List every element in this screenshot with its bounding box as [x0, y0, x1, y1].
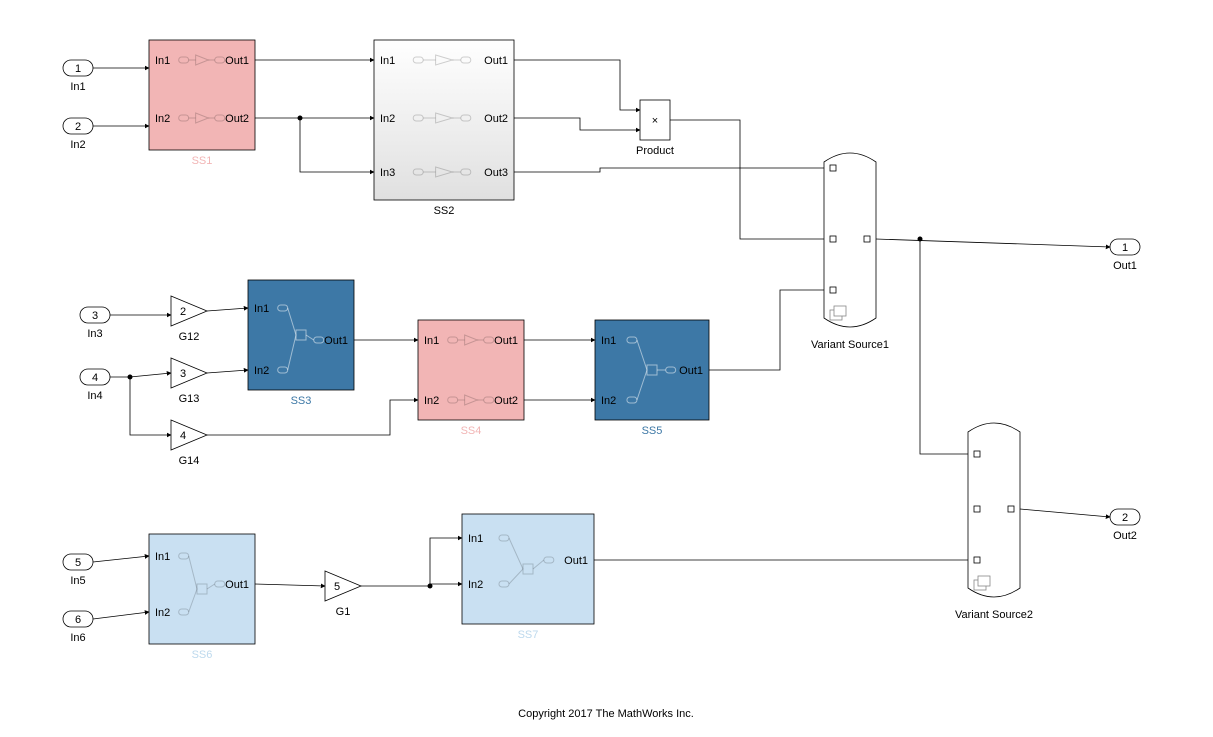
- inport-in6[interactable]: 6 In6: [63, 611, 93, 644]
- svg-text:In3: In3: [87, 328, 102, 340]
- svg-text:In2: In2: [468, 579, 483, 591]
- subsystem-ss2[interactable]: In1 In2 In3 Out1 Out2 Out3 SS2: [374, 40, 514, 217]
- svg-text:Variant Source1: Variant Source1: [811, 339, 889, 351]
- svg-text:In1: In1: [380, 55, 395, 67]
- copyright-text: Copyright 2017 The MathWorks Inc.: [518, 708, 694, 720]
- svg-text:×: ×: [652, 115, 658, 127]
- subsystem-ss1[interactable]: In1 In2 Out1 Out2 SS1: [149, 40, 255, 167]
- svg-text:In1: In1: [424, 335, 439, 347]
- svg-text:4: 4: [92, 372, 98, 384]
- svg-text:G13: G13: [179, 393, 200, 405]
- svg-text:SS3: SS3: [291, 395, 312, 407]
- subsystem-ss6[interactable]: In1 In2 Out1 SS6: [149, 534, 255, 661]
- svg-text:Out1: Out1: [494, 335, 518, 347]
- variant-source1[interactable]: Variant Source1: [811, 153, 889, 351]
- svg-text:Out3: Out3: [484, 167, 508, 179]
- svg-text:3: 3: [180, 368, 186, 380]
- simulink-diagram: 1 In1 2 In2 3 In3 4 In4 5 In5 6 In6 1 Out1 2 Out2 2 G12 3 G…: [0, 0, 1213, 737]
- product-block[interactable]: × Product: [636, 100, 674, 157]
- svg-text:Out1: Out1: [1113, 260, 1137, 272]
- svg-text:Out2: Out2: [484, 113, 508, 125]
- gain-g13[interactable]: 3 G13: [171, 358, 207, 405]
- svg-text:Out2: Out2: [225, 113, 249, 125]
- svg-text:In2: In2: [155, 113, 170, 125]
- subsystem-ss3[interactable]: In1 In2 Out1 SS3: [248, 280, 354, 407]
- inport-in4[interactable]: 4 In4: [80, 369, 110, 402]
- svg-text:In1: In1: [70, 81, 85, 93]
- svg-text:In1: In1: [155, 55, 170, 67]
- svg-text:G1: G1: [336, 606, 351, 618]
- svg-text:In2: In2: [254, 365, 269, 377]
- inport-in5[interactable]: 5 In5: [63, 554, 93, 587]
- svg-text:SS2: SS2: [434, 205, 455, 217]
- svg-text:In1: In1: [468, 533, 483, 545]
- svg-text:SS6: SS6: [192, 649, 213, 661]
- svg-text:In2: In2: [155, 607, 170, 619]
- svg-text:Out2: Out2: [494, 395, 518, 407]
- svg-text:SS4: SS4: [461, 425, 482, 437]
- svg-text:SS7: SS7: [518, 629, 539, 641]
- svg-text:In5: In5: [70, 575, 85, 587]
- svg-text:In2: In2: [70, 139, 85, 151]
- svg-text:Variant Source2: Variant Source2: [955, 609, 1033, 621]
- inport-in2[interactable]: 2 In2: [63, 118, 93, 151]
- svg-text:Out1: Out1: [225, 55, 249, 67]
- svg-text:1: 1: [75, 63, 81, 75]
- svg-text:In2: In2: [424, 395, 439, 407]
- subsystem-ss7[interactable]: In1 In2 Out1 SS7: [462, 514, 594, 641]
- subsystem-ss4[interactable]: In1 In2 Out1 Out2 SS4: [418, 320, 524, 437]
- svg-text:G14: G14: [179, 455, 200, 467]
- svg-text:In1: In1: [155, 551, 170, 563]
- svg-text:6: 6: [75, 614, 81, 626]
- inport-in1[interactable]: 1 In1: [63, 60, 93, 93]
- svg-text:3: 3: [92, 310, 98, 322]
- svg-text:SS1: SS1: [192, 155, 213, 167]
- svg-text:In6: In6: [70, 632, 85, 644]
- svg-text:In2: In2: [380, 113, 395, 125]
- svg-text:1: 1: [1122, 242, 1128, 254]
- gain-g1[interactable]: 5 G1: [325, 571, 361, 618]
- svg-text:In3: In3: [380, 167, 395, 179]
- svg-text:Product: Product: [636, 145, 674, 157]
- gain-g12[interactable]: 2 G12: [171, 296, 207, 343]
- svg-text:In1: In1: [254, 303, 269, 315]
- svg-text:In4: In4: [87, 390, 102, 402]
- svg-text:Out1: Out1: [679, 365, 703, 377]
- svg-text:2: 2: [1122, 512, 1128, 524]
- gain-g14[interactable]: 4 G14: [171, 420, 207, 467]
- svg-text:Out1: Out1: [324, 335, 348, 347]
- svg-text:Out2: Out2: [1113, 530, 1137, 542]
- svg-text:Out1: Out1: [484, 55, 508, 67]
- svg-text:Out1: Out1: [564, 555, 588, 567]
- svg-text:5: 5: [334, 581, 340, 593]
- svg-text:In1: In1: [601, 335, 616, 347]
- outport-out1[interactable]: 1 Out1: [1110, 239, 1140, 272]
- outport-out2[interactable]: 2 Out2: [1110, 509, 1140, 542]
- inport-in3[interactable]: 3 In3: [80, 307, 110, 340]
- svg-text:In2: In2: [601, 395, 616, 407]
- variant-source2[interactable]: Variant Source2: [955, 423, 1033, 621]
- svg-text:Out1: Out1: [225, 579, 249, 591]
- svg-text:5: 5: [75, 557, 81, 569]
- svg-text:2: 2: [75, 121, 81, 133]
- svg-text:2: 2: [180, 306, 186, 318]
- subsystem-ss5[interactable]: In1 In2 Out1 SS5: [595, 320, 709, 437]
- svg-text:SS5: SS5: [642, 425, 663, 437]
- svg-text:4: 4: [180, 430, 186, 442]
- svg-text:G12: G12: [179, 331, 200, 343]
